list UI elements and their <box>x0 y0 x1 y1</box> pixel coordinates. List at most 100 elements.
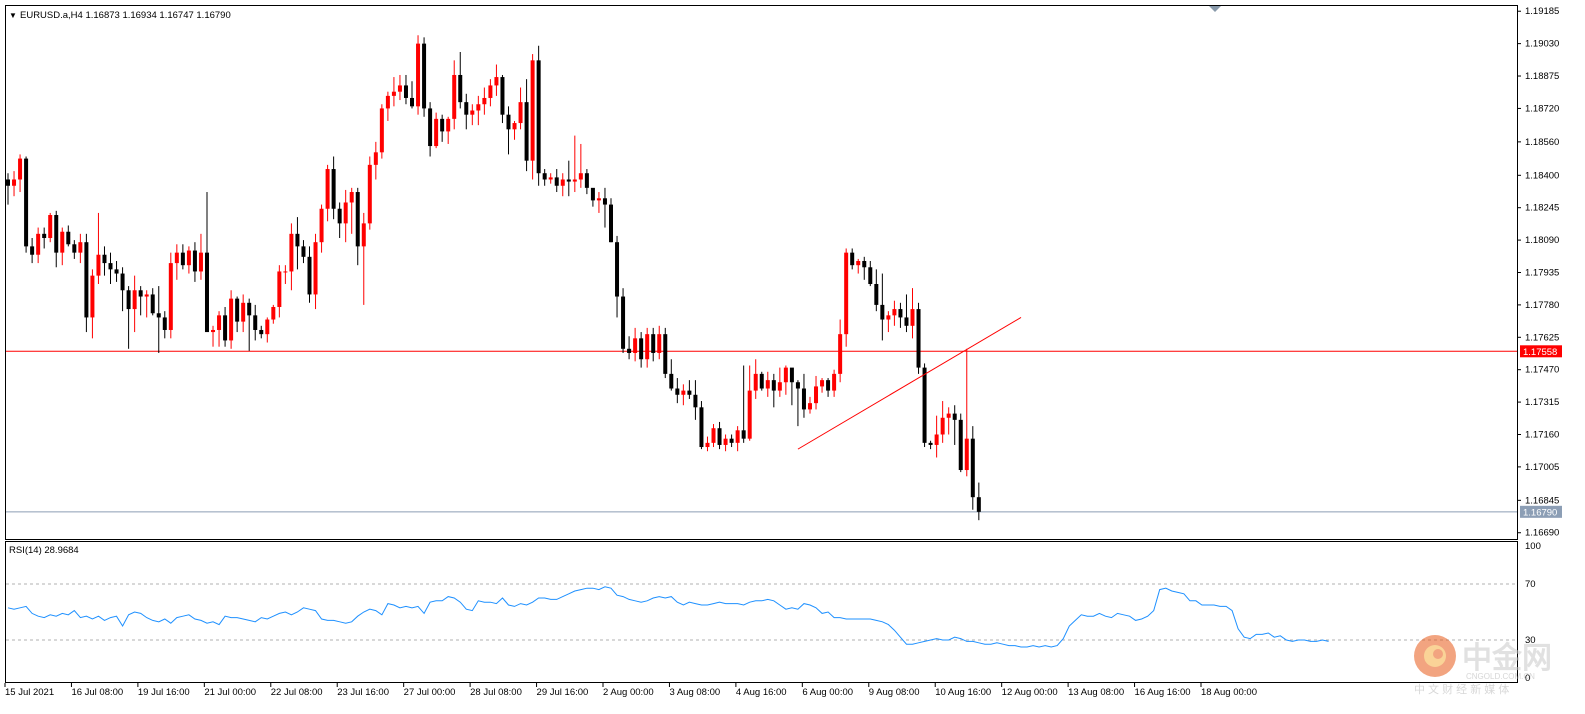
price-tick-label: 1.18400 <box>1525 170 1559 181</box>
candle-body <box>651 334 656 353</box>
price-tick-label: 1.18560 <box>1525 137 1559 148</box>
candle-body <box>874 283 879 305</box>
symbol-menu-arrow[interactable]: ▼ <box>9 11 17 20</box>
candle-body <box>699 407 704 448</box>
watermark-name: 中金网 <box>1462 641 1552 675</box>
candle-body <box>578 173 583 180</box>
candle-body <box>868 267 873 284</box>
candle <box>916 302 921 374</box>
candle-body <box>765 380 770 389</box>
candle <box>970 426 975 510</box>
watermark-slogan: 中 文 财 经 新 媒 体 <box>1414 682 1509 696</box>
candle-body <box>880 304 885 320</box>
candle-body <box>892 309 897 316</box>
candle-body <box>301 246 306 257</box>
candle-body <box>609 204 613 243</box>
chart-window: ▼ EURUSD.a,H4 1.16873 1.16934 1.16747 1.… <box>0 0 1585 714</box>
candle-body <box>482 97 487 105</box>
candle-body <box>54 215 59 253</box>
rsi-window-frame <box>5 541 1518 683</box>
candle-body <box>126 290 131 310</box>
candle-body <box>922 367 927 443</box>
candle-body <box>687 390 692 395</box>
candle <box>422 37 427 117</box>
candle-body <box>319 208 324 243</box>
candle-body <box>458 74 463 103</box>
time-tick-label: 29 Jul 16:00 <box>537 687 589 698</box>
candle-body <box>759 373 764 389</box>
candle-body <box>838 334 843 374</box>
price-chart[interactable]: ▼ EURUSD.a,H4 1.16873 1.16934 1.16747 1.… <box>0 0 1585 714</box>
candle-body <box>705 442 710 448</box>
candle-body <box>277 271 282 307</box>
candle-body <box>6 179 10 186</box>
candle-body <box>204 252 209 333</box>
candle-body <box>856 261 861 266</box>
candle-body <box>361 223 366 247</box>
time-tick-label: 4 Aug 16:00 <box>736 687 787 698</box>
time-tick-label: 15 Jul 2021 <box>5 687 54 698</box>
price-axis-ticks: 1.19185 1.19030 1.18875 1.18720 1.18560 1.184… <box>1517 6 1559 539</box>
candle-body <box>910 309 915 326</box>
rsi-label: RSI(14) 28.9684 <box>9 545 79 556</box>
time-tick-label: 27 Jul 00:00 <box>404 687 456 698</box>
time-tick-label: 23 Jul 16:00 <box>337 687 389 698</box>
price-tick-label: 1.18720 <box>1525 103 1559 114</box>
candle-body <box>940 417 945 435</box>
candle-body <box>572 179 577 182</box>
candle-body <box>211 329 216 333</box>
candle-body <box>96 254 101 276</box>
price-tick-label: 1.18875 <box>1525 71 1559 82</box>
time-tick-label: 2 Aug 00:00 <box>603 687 654 698</box>
candle-body <box>241 302 246 322</box>
candle-body <box>247 302 252 316</box>
candle-body <box>367 164 372 224</box>
candle-body <box>24 158 29 247</box>
candle-body <box>964 438 969 471</box>
time-tick-label: 6 Aug 00:00 <box>802 687 853 698</box>
candle-body <box>349 192 354 203</box>
time-tick-label: 12 Aug 00:00 <box>1002 687 1058 698</box>
price-tick-label: 1.16845 <box>1525 495 1559 506</box>
candle-body <box>337 208 342 224</box>
candle-body <box>633 338 638 353</box>
time-axis: 15 Jul 2021 16 Jul 08:00 19 Jul 16:00 21 Ju… <box>4 683 1257 698</box>
candle-body <box>783 367 788 383</box>
time-tick-label: 21 Jul 00:00 <box>204 687 256 698</box>
candle-body <box>48 215 53 239</box>
candle-body <box>753 373 758 391</box>
candle-body <box>506 114 511 130</box>
rsi-scale-label: 100 <box>1525 541 1541 552</box>
candle-body <box>192 250 197 272</box>
candle-body <box>343 202 348 224</box>
candle-body <box>741 430 746 439</box>
candle-body <box>795 382 800 389</box>
candle-body <box>102 254 107 264</box>
time-tick-label: 16 Jul 08:00 <box>71 687 123 698</box>
candle-body <box>542 173 547 180</box>
price-tick-label: 1.19185 <box>1525 6 1559 17</box>
candle-body <box>144 294 149 297</box>
candle-body <box>476 104 481 111</box>
candle-body <box>657 334 662 353</box>
candle-body <box>108 263 113 270</box>
time-tick-label: 18 Aug 00:00 <box>1201 687 1257 698</box>
candle-body <box>265 319 270 335</box>
candle-body <box>72 244 77 253</box>
candle-body <box>156 313 161 318</box>
candle-body <box>307 256 312 295</box>
candle-body <box>844 252 849 335</box>
candle-body <box>452 74 457 119</box>
candle-body <box>675 388 680 395</box>
candle-body <box>18 158 23 180</box>
candle-body <box>289 233 294 272</box>
candle-body <box>627 348 632 353</box>
candle-body <box>373 152 378 165</box>
candle-body <box>898 309 903 318</box>
candle-body <box>645 334 650 360</box>
candle-body <box>554 177 559 186</box>
candle-body <box>789 367 794 383</box>
candle-body <box>729 438 734 443</box>
candle <box>609 198 613 243</box>
candle-body <box>42 233 47 239</box>
